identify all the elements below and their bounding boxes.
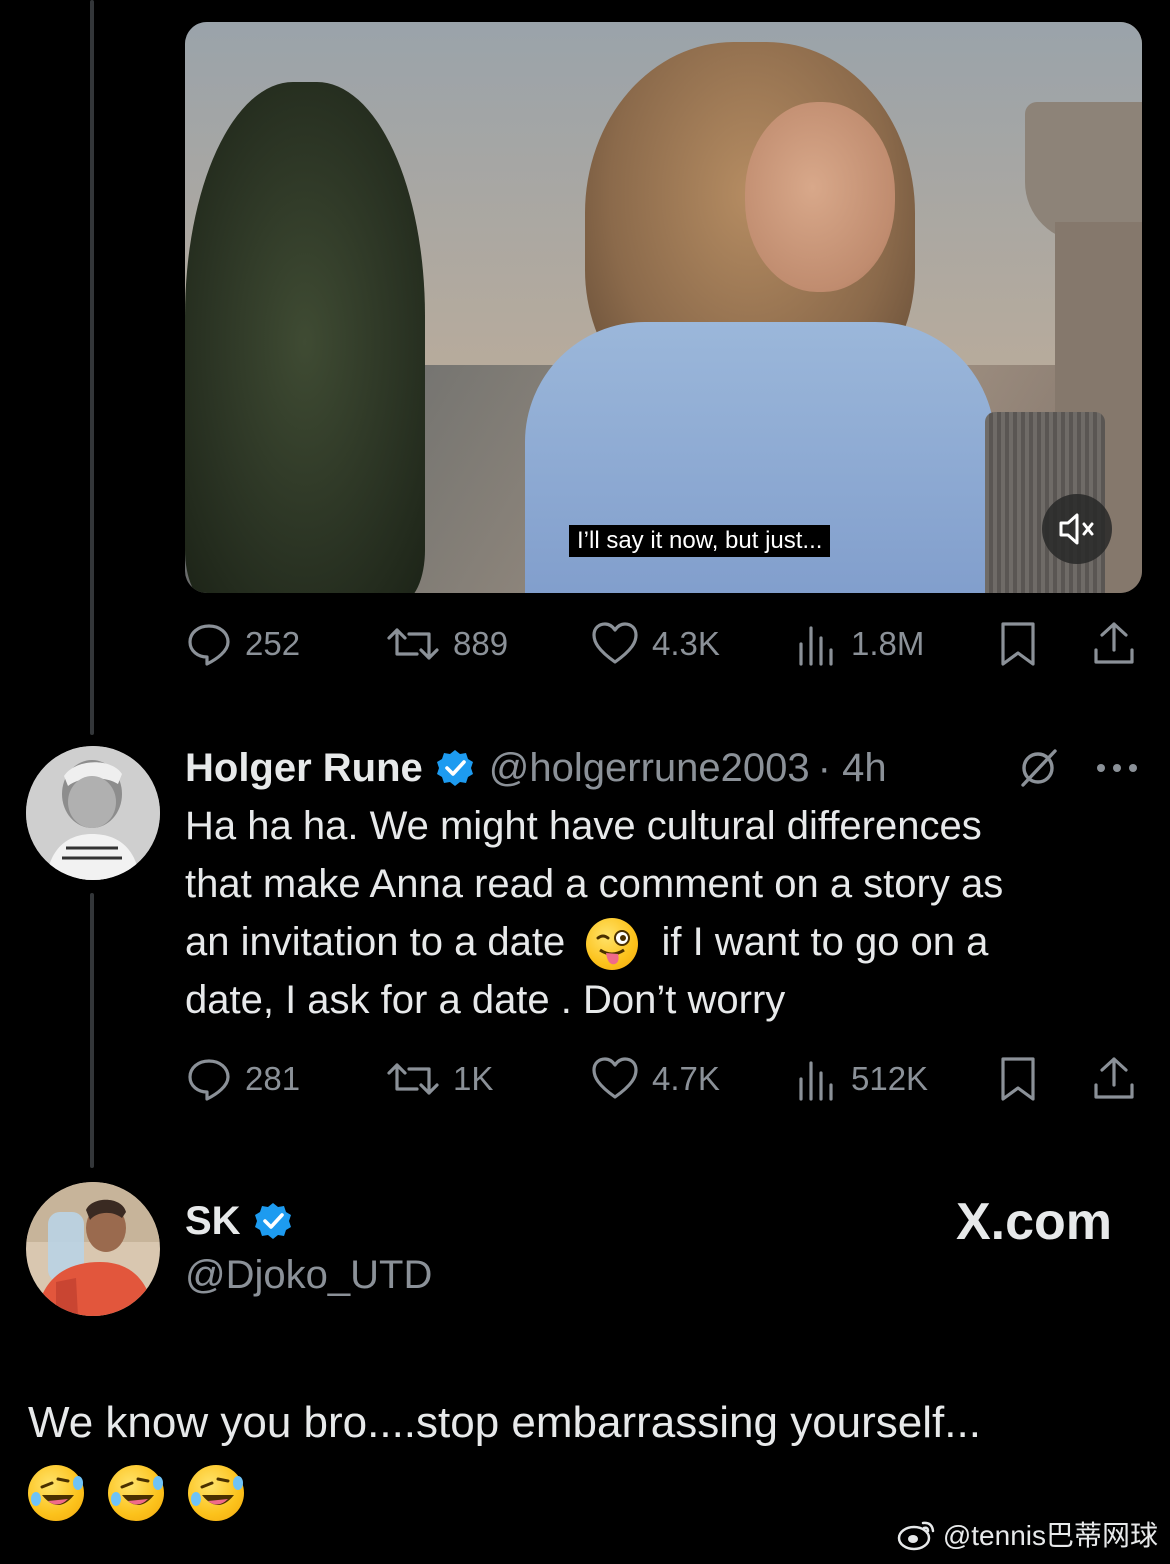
share-icon — [1094, 622, 1134, 664]
rolling-laughing-emoji-icon — [108, 1465, 165, 1522]
like-count: 4.7K — [652, 1060, 720, 1097]
reply-action[interactable]: 281 — [185, 1054, 300, 1104]
handle[interactable]: @holgerrune2003 — [489, 746, 810, 791]
repost-action[interactable]: 1K — [385, 1054, 493, 1104]
reply-text-segment: if I want to go on a — [661, 920, 989, 964]
video-player[interactable] — [185, 22, 1142, 593]
rolling-laughing-emoji-icon — [28, 1465, 84, 1522]
weibo-logo-icon — [897, 1521, 935, 1551]
quote-text: We know you bro....stop embarrassing you… — [28, 1392, 1158, 1522]
reply-text-line: an invitation to a date if I want to go … — [185, 913, 1145, 971]
reply-text: Ha ha ha. We might have cultural differe… — [185, 797, 1145, 1029]
reply-icon — [188, 624, 230, 666]
profile-photo — [26, 746, 160, 880]
avatar[interactable] — [26, 1182, 160, 1316]
reply-text-line: Ha ha ha. We might have cultural differe… — [185, 804, 982, 848]
mute-button[interactable] — [1042, 494, 1112, 564]
reply-action[interactable]: 252 — [185, 619, 300, 669]
video-caption: I’ll say it now, but just... — [569, 525, 831, 557]
heart-icon — [592, 622, 638, 664]
thread-line-bottom — [90, 893, 94, 1168]
reply-icon — [188, 1059, 230, 1101]
share-action[interactable] — [1090, 619, 1150, 669]
profile-photo — [26, 1182, 160, 1316]
reply-text-line: date, I ask for a date . Don’t worry — [185, 978, 786, 1022]
tweet-actions: 252 889 4.3K 1.8M — [185, 619, 1140, 669]
quote-header: SK — [185, 1196, 293, 1246]
repost-icon — [387, 628, 439, 660]
verified-badge-icon — [254, 1203, 291, 1239]
like-count: 4.3K — [652, 625, 720, 662]
timestamp[interactable]: · 4h — [818, 746, 887, 791]
like-action[interactable]: 4.3K — [590, 619, 720, 669]
share-action[interactable] — [1090, 1054, 1150, 1104]
video-tree — [185, 82, 425, 593]
reply-actions: 281 1K 4.7K 512K — [185, 1054, 1140, 1104]
more-options-icon[interactable] — [1095, 761, 1139, 775]
reply-text-line: that make Anna read a comment on a story… — [185, 862, 1004, 906]
display-name[interactable]: SK — [185, 1199, 241, 1244]
video-person-face — [745, 102, 895, 292]
thread-line-top — [90, 0, 94, 735]
avatar[interactable] — [26, 746, 160, 880]
weibo-watermark: @tennis巴蒂网球 — [897, 1514, 1158, 1554]
share-icon — [1094, 1057, 1134, 1099]
winking-tongue-emoji-icon — [586, 918, 639, 971]
reply-count: 281 — [245, 1060, 301, 1097]
views-action[interactable]: 512K — [795, 1054, 928, 1104]
reply-text-segment: an invitation to a date — [185, 920, 566, 964]
bookmark-icon — [1001, 1057, 1035, 1101]
x-brand-logo: X.com — [955, 1193, 1112, 1251]
bookmark-action[interactable] — [998, 1054, 1050, 1104]
video-urn — [1025, 102, 1142, 242]
views-icon — [799, 626, 833, 666]
heart-icon — [592, 1057, 638, 1099]
rolling-laughing-emoji-icon — [188, 1465, 245, 1522]
speaker-muted-icon — [1059, 513, 1094, 545]
watermark-text: @tennis巴蒂网球 — [942, 1520, 1158, 1551]
like-action[interactable]: 4.7K — [590, 1054, 720, 1104]
verified-badge-icon — [436, 750, 473, 786]
repost-action[interactable]: 889 — [385, 619, 508, 669]
quote-text-line: We know you bro....stop embarrassing you… — [28, 1398, 981, 1447]
repost-count: 1K — [453, 1060, 494, 1097]
views-icon — [799, 1061, 833, 1101]
display-name[interactable]: Holger Rune — [185, 746, 423, 791]
views-count: 512K — [851, 1060, 929, 1097]
bookmark-action[interactable] — [998, 619, 1050, 669]
reply-count: 252 — [245, 625, 301, 662]
bookmark-icon — [1001, 622, 1035, 666]
grok-icon[interactable] — [1015, 745, 1061, 791]
views-count: 1.8M — [851, 625, 925, 662]
emoji-row — [28, 1460, 1158, 1522]
reply-header: Holger Rune @holgerrune2003 · 4h — [185, 740, 1137, 796]
views-action[interactable]: 1.8M — [795, 619, 924, 669]
handle[interactable]: @Djoko_UTD — [185, 1250, 432, 1300]
repost-count: 889 — [453, 625, 509, 662]
repost-icon — [387, 1063, 439, 1095]
